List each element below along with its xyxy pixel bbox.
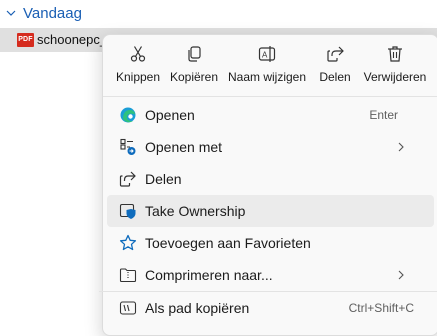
menu-item-label: Toevoegen aan Favorieten <box>145 235 311 251</box>
menu-item-take-ownership[interactable]: Take Ownership <box>107 195 434 227</box>
chevron-right-icon <box>398 270 404 280</box>
menu-item-label: Als pad kopiëren <box>145 300 250 316</box>
shortcut-text: Enter <box>369 108 398 122</box>
copy-icon <box>188 46 201 62</box>
rename-button[interactable]: A Naam wijzigen <box>221 35 313 93</box>
pdf-file-icon: PDF <box>17 33 34 47</box>
rename-label: Naam wijzigen <box>227 70 307 84</box>
menu-item-label: Openen <box>145 107 195 123</box>
chevron-right-icon <box>398 142 404 152</box>
context-menu: Knippen Kopiëren A Naam wijzigen Delen V… <box>99 34 437 336</box>
svg-text:A: A <box>262 51 268 60</box>
menu-item-add-favorites[interactable]: Toevoegen aan Favorieten <box>107 227 434 259</box>
file-name: schoonepc_ <box>37 32 108 47</box>
share-icon <box>327 46 344 62</box>
menu-item-open[interactable]: Openen Enter <box>107 99 434 131</box>
menu-item-compress[interactable]: Comprimeren naar... <box>107 259 434 291</box>
menu-item-open-with[interactable]: Openen met <box>107 131 434 163</box>
copy-button[interactable]: Kopiëren <box>167 35 221 93</box>
group-header-vandaag[interactable]: Vandaag <box>0 0 82 26</box>
chevron-down-icon <box>6 10 16 16</box>
cut-button[interactable]: Knippen <box>109 35 167 93</box>
shield-icon <box>119 203 136 219</box>
rename-icon: A <box>258 46 276 62</box>
context-menu-toolbar: Knippen Kopiëren A Naam wijzigen Delen V… <box>103 35 437 93</box>
trash-icon <box>388 46 402 62</box>
group-title: Vandaag <box>23 4 82 22</box>
delete-button[interactable]: Verwijderen <box>357 35 433 93</box>
copy-path-icon <box>119 301 137 315</box>
zip-folder-icon <box>119 268 137 283</box>
shortcut-text: Ctrl+Shift+C <box>348 301 414 315</box>
edge-icon <box>120 107 136 123</box>
share-label: Delen <box>319 70 351 84</box>
menu-item-label: Openen met <box>145 139 223 155</box>
open-with-icon <box>120 138 136 155</box>
menu-item-label: Comprimeren naar... <box>145 267 273 283</box>
delete-label: Verwijderen <box>363 70 427 84</box>
menu-items: Openen Enter Openen met Delen Take Owner… <box>99 99 437 324</box>
share-icon <box>119 171 136 187</box>
toolbar-divider <box>103 96 437 97</box>
menu-item-copy-as-path[interactable]: Als pad kopiëren Ctrl+Shift+C <box>107 292 434 324</box>
menu-item-label: Delen <box>145 171 182 187</box>
share-button[interactable]: Delen <box>313 35 357 93</box>
star-icon <box>119 234 137 251</box>
cut-label: Knippen <box>115 70 161 84</box>
menu-item-share[interactable]: Delen <box>107 163 434 195</box>
menu-item-label: Take Ownership <box>145 203 246 219</box>
scissors-icon <box>130 46 146 62</box>
copy-label: Kopiëren <box>169 70 219 84</box>
